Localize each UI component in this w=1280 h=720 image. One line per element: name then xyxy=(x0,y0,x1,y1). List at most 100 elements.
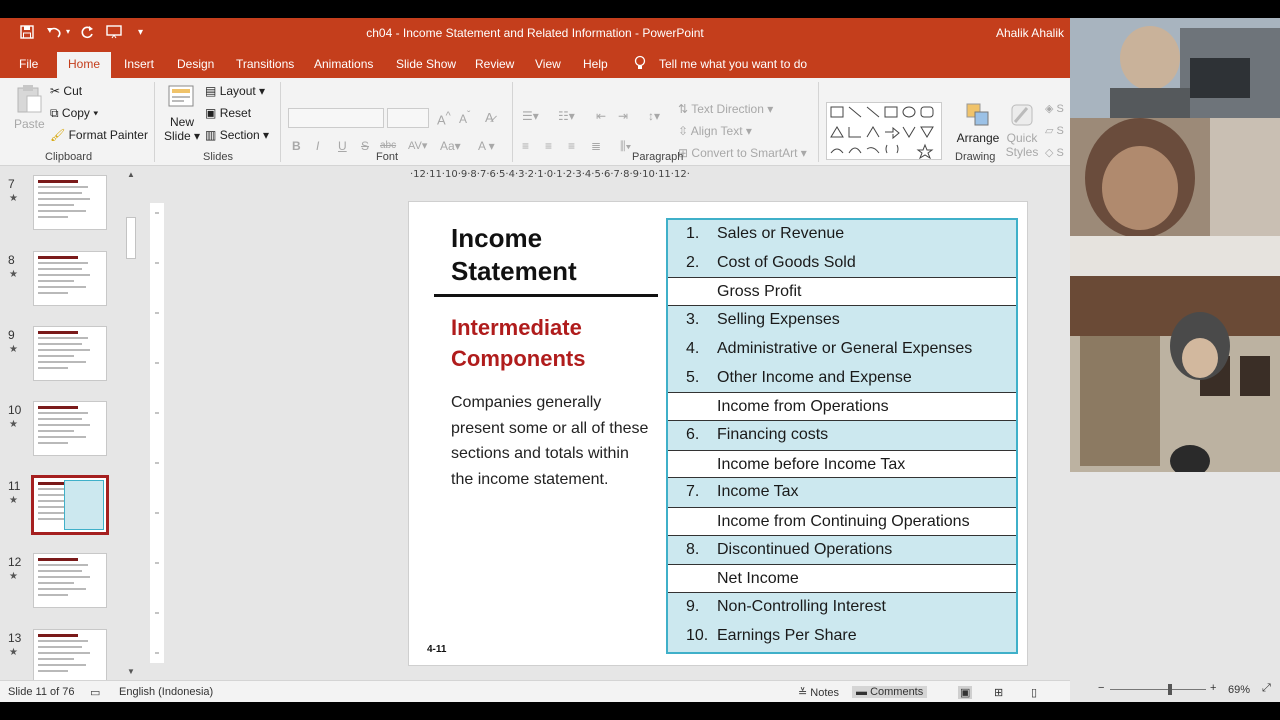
reset-button[interactable]: ▣ Reset xyxy=(205,106,251,120)
justify-icon[interactable]: ≣ xyxy=(591,139,601,153)
scrollbar-thumb[interactable] xyxy=(126,217,136,259)
table-row[interactable]: 8. Discontinued Operations xyxy=(668,536,1016,565)
user-name[interactable]: Ahalik Ahalik xyxy=(996,26,1064,40)
slide-subtitle[interactable]: Intermediate Components xyxy=(451,312,651,374)
numbering-icon[interactable]: ☷▾ xyxy=(558,109,575,123)
shapes-gallery[interactable] xyxy=(826,102,942,160)
clear-formatting-icon[interactable]: A̷ xyxy=(485,110,494,125)
bullets-icon[interactable]: ☰▾ xyxy=(522,109,539,123)
table-total-row[interactable]: Income from Continuing Operations xyxy=(668,507,1016,536)
align-text-button[interactable]: ⇳ Align Text ▾ xyxy=(678,124,752,138)
bold-icon[interactable]: B xyxy=(292,139,301,153)
table-row[interactable]: 1. Sales or Revenue xyxy=(668,220,1016,249)
participant-video-3[interactable] xyxy=(1070,236,1280,472)
font-name-combo[interactable] xyxy=(288,108,384,128)
quick-styles-button[interactable]: Quick Styles xyxy=(1004,102,1040,159)
tell-me-search[interactable]: Tell me what you want to do xyxy=(659,57,807,71)
tab-transitions[interactable]: Transitions xyxy=(236,57,294,71)
shadow-icon[interactable]: S xyxy=(361,139,369,153)
underline-icon[interactable]: U xyxy=(338,139,347,153)
zoom-in-icon[interactable]: + xyxy=(1210,682,1216,694)
table-total-row[interactable]: Gross Profit xyxy=(668,277,1016,307)
format-painter-button[interactable]: 🖌 Format Painter xyxy=(50,128,148,142)
scroll-down-icon[interactable]: ▼ xyxy=(127,667,135,676)
tab-slide-show[interactable]: Slide Show xyxy=(396,57,456,71)
slide-thumbnail[interactable] xyxy=(31,475,109,535)
normal-view-icon[interactable]: ▣ xyxy=(958,686,973,699)
slide-title[interactable]: Income Statement xyxy=(451,222,651,288)
decrease-indent-icon[interactable]: ⇤ xyxy=(596,109,606,123)
income-statement-components-table[interactable]: 1. Sales or Revenue 2. Cost of Goods Sold Gr… xyxy=(666,218,1018,654)
change-case-icon[interactable]: Aa▾ xyxy=(440,139,461,153)
table-row[interactable]: 9. Non-Controlling Interest xyxy=(668,593,1016,622)
slide-canvas[interactable]: Income Statement Intermediate Components… xyxy=(408,201,1028,666)
decrease-font-size-icon[interactable]: Aˇ xyxy=(459,110,470,126)
zoom-slider-track[interactable] xyxy=(1110,689,1206,690)
tab-insert[interactable]: Insert xyxy=(124,57,154,71)
increase-font-size-icon[interactable]: A^ xyxy=(437,110,451,127)
character-spacing-icon[interactable]: AV▾ xyxy=(408,139,427,152)
slide-thumbnail[interactable] xyxy=(33,175,107,230)
copy-button[interactable]: ⧉ Copy ▾ xyxy=(50,106,98,121)
tab-design[interactable]: Design xyxy=(177,57,214,71)
reading-view-icon[interactable]: ▯ xyxy=(1031,686,1037,699)
italic-icon[interactable]: I xyxy=(316,139,319,153)
tab-review[interactable]: Review xyxy=(475,57,514,71)
line-spacing-icon[interactable]: ↕▾ xyxy=(648,109,660,123)
scroll-up-icon[interactable]: ▲ xyxy=(127,170,135,179)
tab-home[interactable]: Home xyxy=(57,52,112,78)
increase-indent-icon[interactable]: ⇥ xyxy=(618,109,628,123)
tab-help[interactable]: Help xyxy=(583,57,608,71)
table-row[interactable]: 3. Selling Expenses xyxy=(668,306,1016,335)
table-row[interactable]: 10. Earnings Per Share xyxy=(668,622,1016,651)
slide-counter[interactable]: Slide 11 of 76 xyxy=(8,686,74,698)
table-row[interactable]: 7. Income Tax xyxy=(668,478,1016,507)
shape-effects-icon[interactable]: ◇ S xyxy=(1045,146,1064,159)
slide-thumbnail[interactable] xyxy=(33,251,107,306)
table-row[interactable]: 6. Financing costs xyxy=(668,421,1016,450)
columns-icon[interactable]: ⫼▾ xyxy=(620,139,631,154)
layout-button[interactable]: ▤ Layout ▾ xyxy=(205,84,265,98)
accessibility-icon[interactable]: ▭ xyxy=(90,686,100,699)
table-total-row[interactable]: Net Income xyxy=(668,564,1016,594)
tab-view[interactable]: View xyxy=(535,57,561,71)
arrange-button[interactable]: Arrange xyxy=(956,102,1000,145)
slide-body-text[interactable]: Companies generally present some or all … xyxy=(451,390,651,492)
zoom-out-icon[interactable]: − xyxy=(1098,682,1104,694)
font-color-icon[interactable]: A ▾ xyxy=(478,139,495,153)
notes-button[interactable]: ≚ Notes xyxy=(798,686,839,699)
paste-button[interactable]: Paste xyxy=(14,84,45,131)
shape-outline-icon[interactable]: ▱ S xyxy=(1045,124,1064,137)
align-center-icon[interactable]: ≡ xyxy=(545,139,552,153)
slide-thumbnail[interactable] xyxy=(33,401,107,456)
strikethrough-icon[interactable]: abc xyxy=(380,140,396,151)
slide-thumbnail[interactable] xyxy=(33,629,107,684)
font-size-combo[interactable] xyxy=(387,108,429,128)
thumbnails-scrollbar[interactable]: ▲ ▼ xyxy=(125,167,139,680)
text-direction-button[interactable]: ⇅ Text Direction ▾ xyxy=(678,102,773,116)
new-slide-button[interactable]: New Slide ▾ xyxy=(164,84,200,143)
slide-thumbnail[interactable] xyxy=(33,553,107,608)
language-indicator[interactable]: English (Indonesia) xyxy=(119,686,213,698)
table-total-row[interactable]: Income before Income Tax xyxy=(668,449,1016,479)
section-button[interactable]: ▥ Section ▾ xyxy=(205,128,269,142)
shape-fill-icon[interactable]: ◈ S xyxy=(1045,102,1064,115)
zoom-percentage[interactable]: 69% xyxy=(1228,684,1250,696)
slide-thumbnail[interactable] xyxy=(33,326,107,381)
tab-file[interactable]: File xyxy=(19,57,38,71)
table-row[interactable]: 4. Administrative or General Expenses xyxy=(668,335,1016,364)
table-row[interactable]: 2. Cost of Goods Sold xyxy=(668,249,1016,278)
cut-button[interactable]: ✂ Cut xyxy=(50,84,82,98)
convert-smartart-button[interactable]: ⊞ Convert to SmartArt ▾ xyxy=(678,146,807,160)
zoom-slider-thumb[interactable] xyxy=(1168,684,1172,695)
participant-video-2[interactable] xyxy=(1070,118,1280,236)
align-left-icon[interactable]: ≡ xyxy=(522,139,529,153)
tab-animations[interactable]: Animations xyxy=(314,57,373,71)
participant-video-1[interactable] xyxy=(1070,18,1280,118)
table-row[interactable]: 5. Other Income and Expense xyxy=(668,364,1016,393)
fit-to-window-icon[interactable]: ⤢ xyxy=(1262,682,1271,695)
comments-button[interactable]: ▬ Comments xyxy=(852,686,928,698)
slide-sorter-icon[interactable]: ⊞ xyxy=(994,686,1003,699)
align-right-icon[interactable]: ≡ xyxy=(568,139,575,153)
table-total-row[interactable]: Income from Operations xyxy=(668,392,1016,421)
